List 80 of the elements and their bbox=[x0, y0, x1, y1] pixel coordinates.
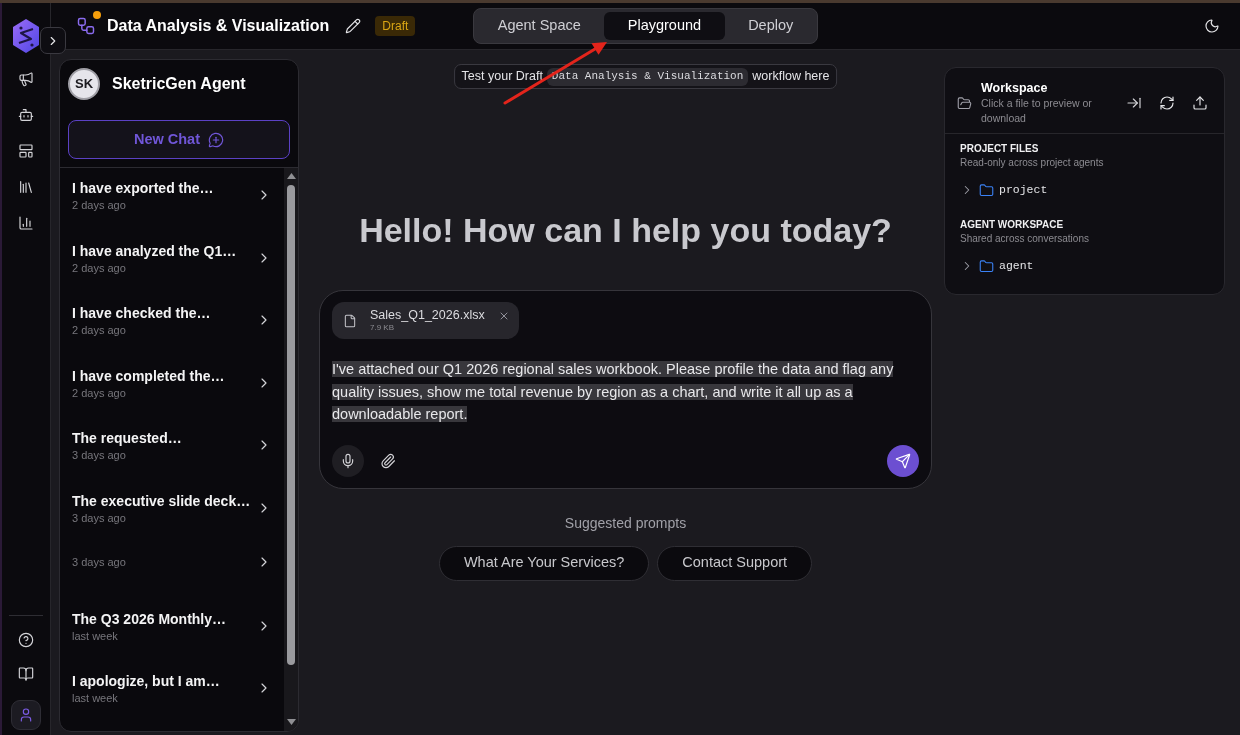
folder-icon[interactable] bbox=[979, 182, 994, 198]
new-chat-button[interactable]: New Chat bbox=[68, 120, 290, 159]
moon-icon[interactable] bbox=[1204, 18, 1220, 34]
help-icon[interactable] bbox=[18, 632, 34, 648]
book-icon[interactable] bbox=[18, 666, 34, 682]
chat-title: The requested… bbox=[72, 429, 183, 448]
chat-title: I have completed the… bbox=[72, 366, 226, 386]
chat-time: 2 days ago bbox=[72, 323, 127, 337]
scroll-down-arrow-icon[interactable] bbox=[286, 719, 296, 725]
agent-name: SketricGen Agent bbox=[112, 74, 246, 94]
file-icon bbox=[343, 313, 357, 328]
scrollbar[interactable] bbox=[284, 168, 298, 731]
section-heading: PROJECT FILES bbox=[960, 142, 1040, 156]
chat-title: I have exported the… bbox=[72, 179, 215, 198]
attachment-name: Sales_Q1_2026.xlsx bbox=[370, 308, 485, 323]
upload-icon[interactable] bbox=[1192, 95, 1208, 111]
suggested-prompts-heading: Suggested prompts bbox=[564, 513, 687, 533]
greeting-heading: Hello! How can I help you today? bbox=[359, 210, 892, 250]
chat-history-item[interactable]: 3 days ago bbox=[60, 543, 284, 599]
chat-title: I have checked the… bbox=[72, 304, 212, 323]
chat-time: 2 days ago bbox=[72, 385, 127, 400]
chat-title: I apologize, but I am… bbox=[72, 672, 221, 691]
megaphone-icon[interactable] bbox=[18, 71, 34, 87]
send-icon bbox=[895, 452, 911, 469]
chat-history-item[interactable]: The requested… 3 days ago bbox=[60, 418, 284, 481]
folder-name[interactable]: agent bbox=[999, 257, 1034, 275]
chat-history-item[interactable]: I apologize, but I am… last week bbox=[60, 661, 284, 724]
banner-text: workflow here bbox=[752, 68, 830, 86]
chat-time: 3 days ago bbox=[72, 448, 127, 462]
edit-pencil-icon[interactable] bbox=[345, 18, 362, 34]
workflow-title: Data Analysis & Visualization bbox=[107, 16, 330, 36]
banner-text: Test your Draft bbox=[461, 68, 543, 86]
user-icon bbox=[18, 707, 34, 723]
bot-icon[interactable] bbox=[18, 107, 34, 123]
workspace-title: Workspace bbox=[981, 80, 1049, 96]
paperclip-icon[interactable] bbox=[380, 452, 396, 469]
chat-plus-icon bbox=[208, 131, 225, 148]
chat-time: last week bbox=[72, 628, 119, 643]
microphone-button[interactable] bbox=[332, 444, 364, 477]
chat-title: I have analyzed the Q1… bbox=[72, 241, 238, 261]
section-description: Read-only across project agents bbox=[960, 156, 1105, 170]
layout-icon[interactable] bbox=[18, 143, 34, 159]
library-icon[interactable] bbox=[18, 179, 34, 195]
chat-history-item[interactable]: I have checked the… 2 days ago bbox=[60, 293, 284, 356]
folder-name[interactable]: project bbox=[999, 181, 1048, 199]
draft-badge: Draft bbox=[375, 16, 416, 36]
chat-history-item[interactable]: I have completed the… 2 days ago bbox=[60, 355, 284, 418]
folder-icon[interactable] bbox=[979, 258, 994, 274]
chat-time: 3 days ago bbox=[72, 555, 127, 569]
microphone-icon bbox=[340, 452, 356, 469]
send-button[interactable] bbox=[887, 444, 919, 477]
bar-chart-icon[interactable] bbox=[18, 215, 34, 231]
chat-history-item[interactable]: I have analyzed the Q1… 2 days ago bbox=[60, 230, 284, 293]
tab[interactable]: Deploy bbox=[727, 12, 815, 40]
suggested-prompt-button[interactable]: Contact Support bbox=[657, 545, 813, 581]
attachment-size: 7.9 KB bbox=[370, 323, 395, 333]
refresh-icon[interactable] bbox=[1159, 95, 1175, 111]
suggested-prompt-button[interactable]: What Are Your Services? bbox=[438, 545, 650, 581]
workspace-subtitle: Click a file to preview or download bbox=[981, 96, 1093, 126]
arrow-to-line-icon[interactable] bbox=[1126, 95, 1142, 111]
profile-button[interactable] bbox=[11, 700, 41, 730]
scrollbar-thumb[interactable] bbox=[287, 185, 295, 665]
scroll-up-arrow-icon[interactable] bbox=[286, 173, 296, 179]
chat-history-item[interactable]: The executive slide deck… 3 days ago bbox=[60, 480, 284, 543]
section-heading: AGENT WORKSPACE bbox=[960, 218, 1065, 232]
chat-time: 2 days ago bbox=[72, 260, 127, 275]
tab[interactable]: Agent Space bbox=[476, 12, 602, 40]
chat-title: The Q3 2026 Monthly… bbox=[72, 609, 228, 629]
chat-time: last week bbox=[72, 691, 119, 705]
section-description: Shared across conversations bbox=[960, 232, 1090, 246]
folder-open-icon bbox=[957, 95, 972, 111]
chat-history-item[interactable]: The Q3 2026 Monthly… last week bbox=[60, 598, 284, 661]
chat-history-item[interactable]: I have exported the… 2 days ago bbox=[60, 168, 284, 231]
chat-title: The executive slide deck… bbox=[72, 491, 252, 511]
chat-time: 3 days ago bbox=[72, 510, 127, 525]
chat-time: 2 days ago bbox=[72, 198, 127, 212]
logo-icon[interactable] bbox=[12, 18, 40, 54]
workflow-icon bbox=[76, 16, 96, 36]
agent-avatar: SK bbox=[68, 68, 100, 100]
tab[interactable]: Playground bbox=[603, 12, 726, 40]
